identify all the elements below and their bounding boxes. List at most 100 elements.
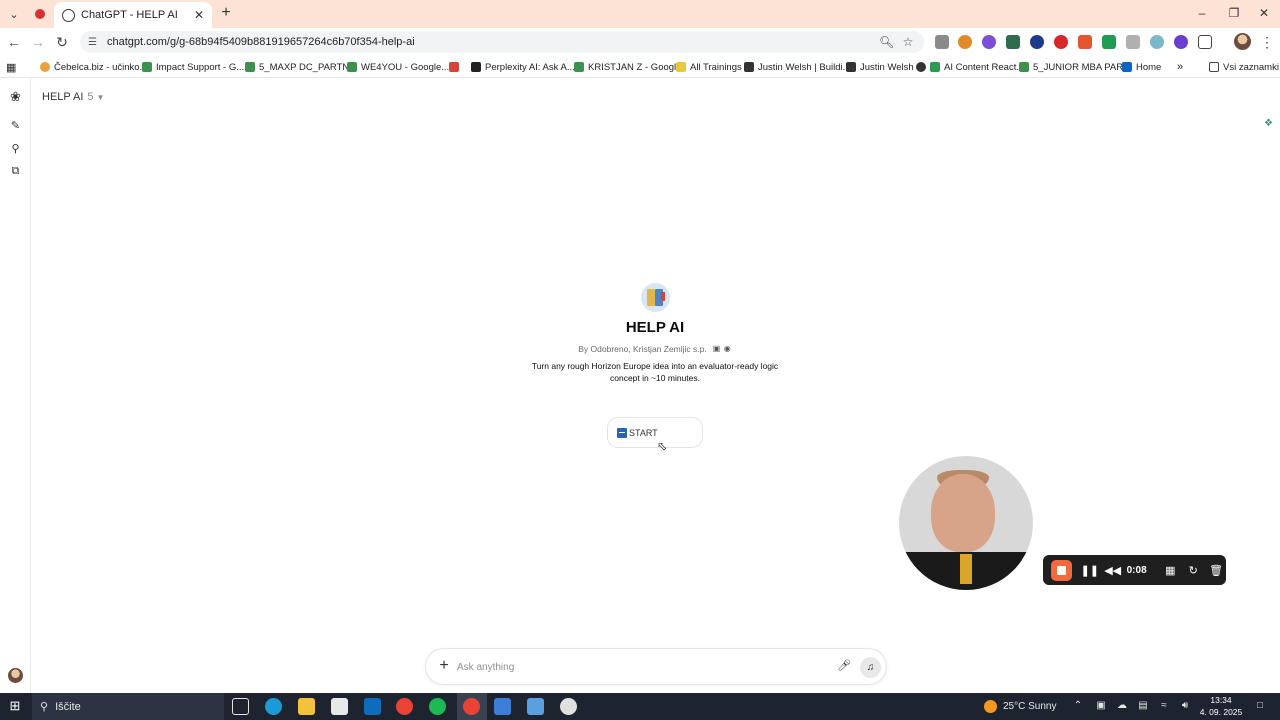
bookmark-item[interactable]: WE4YOU - Google... xyxy=(347,60,449,74)
record-icon[interactable] xyxy=(30,4,50,24)
bookmark-item[interactable]: Justin Welsh | Buildi... xyxy=(744,60,851,74)
clock-time: 13:34 xyxy=(1210,695,1232,705)
onedrive-icon[interactable]: ☁ xyxy=(1116,700,1128,712)
user-avatar[interactable] xyxy=(8,668,23,683)
new-chat-icon[interactable]: ✎ xyxy=(9,120,22,133)
bookmark-item[interactable]: Impact Support - G... xyxy=(142,60,244,74)
linkedin-icon xyxy=(1122,62,1132,72)
github-icon[interactable]: ◉ xyxy=(724,345,732,353)
mouse-cursor-icon: ⬁ xyxy=(657,439,668,453)
extension-icon[interactable] xyxy=(958,35,972,49)
site-info-icon[interactable]: ☰ xyxy=(88,37,100,48)
app-icon[interactable] xyxy=(560,698,577,715)
voice-mode-button[interactable]: ♫ xyxy=(860,657,881,678)
tab-search-chevron-icon[interactable]: ⌄ xyxy=(4,4,24,24)
bookmark-favicon-icon xyxy=(916,62,926,72)
windows-start-icon[interactable]: ⊞ xyxy=(8,699,22,713)
browser-tab[interactable]: ChatGPT - HELP AI ✕ xyxy=(54,2,212,28)
task-view-icon[interactable] xyxy=(232,698,249,715)
wifi-icon[interactable]: ≈ xyxy=(1158,700,1170,712)
reload-icon[interactable]: ↻ xyxy=(53,33,71,51)
message-input[interactable] xyxy=(457,658,817,676)
bookmark-item[interactable]: Čebelca.biz - učinko... xyxy=(40,60,147,74)
gpt-description: Turn any rough Horizon Europe idea into … xyxy=(531,361,779,383)
extension-icon[interactable] xyxy=(1078,35,1092,49)
extension-icon[interactable] xyxy=(1030,35,1044,49)
browser-menu-icon[interactable]: ⋮ xyxy=(1258,33,1276,51)
calculator-icon[interactable] xyxy=(494,698,511,715)
trash-icon[interactable]: 🗑︎ xyxy=(1206,564,1226,577)
search-icon[interactable]: ⚲ xyxy=(9,143,22,156)
library-icon[interactable]: ⧉ xyxy=(9,165,22,178)
chrome-profile-icon[interactable] xyxy=(463,698,480,715)
extension-icon[interactable] xyxy=(935,35,949,49)
extension-icon[interactable] xyxy=(1102,35,1116,49)
linkedin-icon[interactable]: ▣ xyxy=(713,345,721,353)
bookmark-item[interactable]: 5_MAXP DC_PARTN... xyxy=(245,60,357,74)
outlook-icon[interactable] xyxy=(364,698,381,715)
bookmark-item[interactable]: Home xyxy=(1122,60,1161,74)
bookmark-item[interactable]: All Trainings xyxy=(676,60,742,74)
bookmark-item[interactable]: Justin Welsh xyxy=(846,60,914,74)
extension-icon[interactable] xyxy=(1126,35,1140,49)
side-panel-icon[interactable]: ❖ xyxy=(1264,118,1278,134)
flag-icon xyxy=(617,427,627,438)
bookmark-item[interactable] xyxy=(449,60,463,74)
grid-icon[interactable]: ▦ xyxy=(1160,564,1180,577)
bookmark-item[interactable]: Perplexity AI: Ask A... xyxy=(471,60,575,74)
bookmark-item[interactable]: KRISTJAN Z - Googl... xyxy=(574,60,684,74)
bookmark-item[interactable]: 5_JUNIOR MBA PAR... xyxy=(1019,60,1131,74)
tray-app-icon[interactable]: ▣ xyxy=(1095,700,1107,712)
forward-arrow-icon[interactable]: → xyxy=(29,33,47,51)
starter-label: START xyxy=(629,427,658,438)
chrome-icon[interactable] xyxy=(396,698,413,715)
edge-icon[interactable] xyxy=(265,698,282,715)
extension-icon[interactable] xyxy=(982,35,996,49)
spotify-icon[interactable] xyxy=(429,698,446,715)
bookmark-item[interactable]: AI Content React... xyxy=(916,60,1024,74)
pause-icon[interactable]: ❚❚ xyxy=(1080,564,1100,577)
minimize-icon[interactable]: – xyxy=(1188,4,1216,22)
zoom-icon[interactable]: 🔍︎ xyxy=(879,35,894,49)
weather-widget[interactable]: 25°C Sunny xyxy=(984,697,1056,715)
extension-icon[interactable] xyxy=(1054,35,1068,49)
gpt-selector[interactable]: HELP AI 5 ▼ xyxy=(42,90,104,104)
drive-icon xyxy=(1019,62,1029,72)
new-tab-icon[interactable]: + xyxy=(218,4,234,22)
taskbar-clock[interactable]: 13:34 4. 09. 2025 xyxy=(1196,694,1246,718)
chatgpt-logo-icon[interactable]: ❀ xyxy=(9,90,22,103)
back-arrow-icon[interactable]: ← xyxy=(5,33,23,51)
profile-avatar[interactable] xyxy=(1234,33,1251,50)
store-icon[interactable] xyxy=(331,698,348,715)
network-icon[interactable]: ▤ xyxy=(1137,700,1149,712)
close-tab-icon[interactable]: ✕ xyxy=(194,8,204,22)
taskbar-search-label: Iščite xyxy=(55,700,81,713)
extension-icon[interactable] xyxy=(1006,35,1020,49)
bookmark-star-icon[interactable]: ☆ xyxy=(901,35,915,49)
conversation-starter-button[interactable]: START xyxy=(607,417,703,448)
bookmark-favicon-icon xyxy=(930,62,940,72)
extensions-puzzle-icon[interactable] xyxy=(1198,35,1212,49)
window-close-icon[interactable]: ✕ xyxy=(1250,4,1278,22)
restart-icon[interactable]: ↻ xyxy=(1183,564,1203,577)
all-bookmarks-folder[interactable]: Vsi zaznamki xyxy=(1209,60,1279,74)
maximize-icon[interactable]: ❐ xyxy=(1220,4,1248,22)
rewind-icon[interactable]: ◀◀ xyxy=(1103,564,1123,577)
address-bar[interactable]: ☰ chatgpt.com/g/g-68b94f5409b88191965726… xyxy=(80,31,924,53)
taskbar-search[interactable]: ⚲ Iščite xyxy=(32,693,224,720)
notifications-icon[interactable]: □ xyxy=(1253,700,1267,712)
tray-chevron-icon[interactable]: ⌃ xyxy=(1072,700,1084,712)
volume-icon[interactable]: 🔊︎ xyxy=(1179,700,1191,712)
file-explorer-icon[interactable] xyxy=(298,698,315,715)
folder-icon xyxy=(1209,62,1219,72)
tab-title: ChatGPT - HELP AI xyxy=(81,9,178,21)
gpt-byline: By Odobreno, Kristjan Zemljic s.p. ▣ ◉ xyxy=(540,343,770,355)
microphone-icon[interactable]: 🎤︎ xyxy=(837,659,851,672)
apps-grid-icon[interactable]: ▦ xyxy=(6,60,16,74)
extension-icon[interactable] xyxy=(1174,35,1188,49)
stop-recording-button[interactable] xyxy=(1051,559,1072,581)
extension-icon[interactable] xyxy=(1150,35,1164,49)
app-icon[interactable] xyxy=(527,698,544,715)
add-attachment-icon[interactable]: + xyxy=(436,658,452,674)
more-bookmarks-icon[interactable]: » xyxy=(1177,60,1183,74)
